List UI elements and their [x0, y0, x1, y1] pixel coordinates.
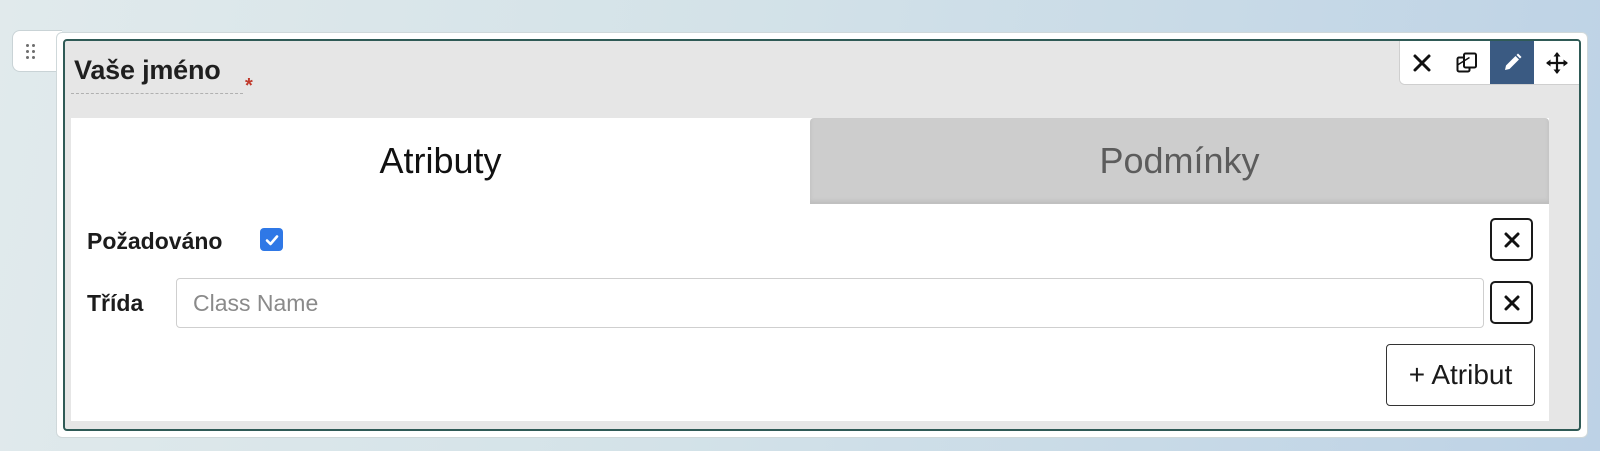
- form-field-card: Vaše jméno * Atributy Podmínky Požadován…: [56, 32, 1588, 438]
- class-label: Třída: [87, 290, 144, 316]
- required-label: Požadováno: [87, 228, 223, 254]
- label-underline: [71, 93, 243, 94]
- edit-field-button[interactable]: [1489, 41, 1535, 84]
- checkmark-icon: [265, 234, 278, 245]
- copy-icon: [1456, 52, 1478, 73]
- required-checkbox[interactable]: [260, 228, 283, 251]
- tab-atributy[interactable]: Atributy: [71, 118, 810, 204]
- move-field-button[interactable]: [1534, 41, 1579, 84]
- tab-podminky[interactable]: Podmínky: [810, 118, 1549, 204]
- move-icon: [1545, 52, 1568, 74]
- add-attribute-button[interactable]: + Atribut: [1386, 344, 1535, 406]
- remove-field-button[interactable]: [1400, 41, 1445, 84]
- field-label[interactable]: Vaše jméno: [74, 55, 221, 86]
- field-settings-panel: Atributy Podmínky Požadováno Třída Class…: [71, 118, 1549, 421]
- pencil-icon: [1504, 53, 1522, 70]
- form-field-editor: Vaše jméno * Atributy Podmínky Požadován…: [63, 39, 1581, 431]
- drag-handle[interactable]: [12, 30, 62, 72]
- copy-field-button[interactable]: [1444, 41, 1490, 84]
- remove-class-attribute-button[interactable]: [1490, 281, 1533, 324]
- required-marker: *: [245, 75, 253, 97]
- close-icon: [1504, 232, 1519, 247]
- close-icon: [1504, 295, 1519, 310]
- remove-required-attribute-button[interactable]: [1490, 218, 1533, 261]
- class-name-input[interactable]: [176, 278, 1484, 328]
- field-toolbar: [1399, 41, 1579, 85]
- grip-icon: [26, 43, 35, 59]
- settings-tabs: Atributy Podmínky: [71, 118, 1549, 204]
- close-icon: [1413, 54, 1431, 72]
